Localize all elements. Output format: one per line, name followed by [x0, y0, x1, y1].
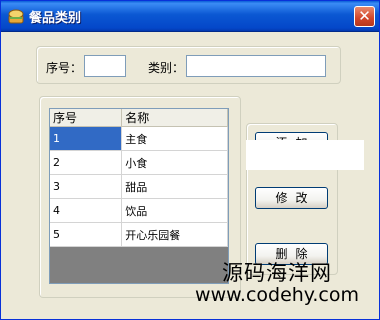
watermark-line2: www.codehy.com: [195, 284, 359, 306]
window-title: 餐品类别: [29, 11, 82, 26]
seq-label: 序号：: [46, 61, 83, 75]
title-bar[interactable]: 餐品类别 ✕: [1, 1, 379, 32]
table-row[interactable]: 1 主食: [50, 126, 228, 151]
cell-id[interactable]: 1: [50, 126, 123, 151]
cell-name[interactable]: 开心乐园餐: [121, 222, 228, 247]
column-header-id[interactable]: 序号: [50, 109, 123, 127]
table-row[interactable]: 3 甜品: [50, 174, 228, 199]
category-input[interactable]: [186, 55, 326, 77]
table-row[interactable]: 2 小食: [50, 150, 228, 175]
watermark: 源码海洋网 www.codehy.com: [173, 263, 380, 305]
cell-id[interactable]: 5: [50, 222, 123, 247]
category-table[interactable]: 序号 名称 1 主食 2 小食 3 甜品 4 饮品 5 开心乐园餐: [49, 108, 229, 284]
cell-id[interactable]: 4: [50, 198, 123, 223]
cell-id[interactable]: 2: [50, 150, 123, 175]
cell-name[interactable]: 主食: [121, 126, 228, 151]
cell-name[interactable]: 饮品: [121, 198, 228, 223]
table-row[interactable]: 5 开心乐园餐: [50, 222, 228, 247]
table-header-row: 序号 名称: [50, 109, 228, 127]
cell-name[interactable]: 小食: [121, 150, 228, 175]
cell-id[interactable]: 3: [50, 174, 123, 199]
column-header-name[interactable]: 名称: [121, 109, 228, 127]
app-icon: [8, 9, 24, 24]
seq-input[interactable]: [84, 55, 126, 77]
watermark-patch: [246, 140, 364, 170]
category-label: 类别：: [148, 61, 185, 75]
dialog-window: 餐品类别 ✕ 序号： 类别： 序号 名称 1 主食 2 小食 3 甜品 4 饮品…: [0, 0, 380, 320]
close-button[interactable]: ✕: [354, 6, 375, 27]
cell-name[interactable]: 甜品: [121, 174, 228, 199]
table-row[interactable]: 4 饮品: [50, 198, 228, 223]
watermark-line1: 源码海洋网: [222, 261, 332, 285]
edit-button[interactable]: 修改: [255, 187, 328, 209]
